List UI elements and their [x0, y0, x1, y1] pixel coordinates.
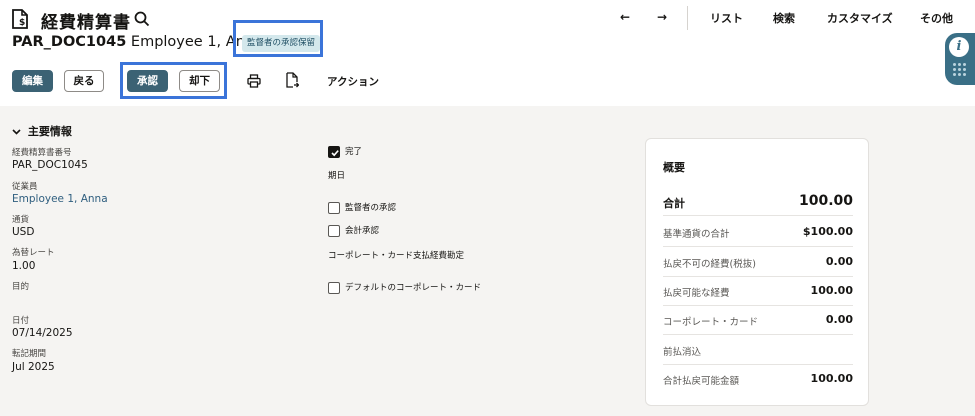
exchange-rate-value: 1.00	[12, 260, 36, 272]
document-number: PAR_DOC1045	[12, 34, 127, 50]
posting-period-value: Jul 2025	[12, 361, 55, 373]
employee-label: 従業員	[12, 182, 38, 192]
date-label: 日付	[12, 316, 30, 326]
side-widget[interactable]: i	[945, 33, 975, 85]
reject-button[interactable]: 却下	[179, 70, 220, 92]
checkbox-checked-icon[interactable]	[328, 146, 340, 158]
summary-label: 合計払戻可能金額	[663, 376, 740, 387]
more-menu[interactable]: その他	[920, 10, 953, 26]
status-badge: 監督者の承認保留	[242, 35, 321, 52]
default-corp-card-label: デフォルトのコーポレート・カード	[345, 283, 482, 293]
summary-value: $100.00	[802, 225, 853, 238]
next-record-button[interactable]: →	[657, 10, 667, 24]
summary-title: 概要	[663, 161, 685, 174]
nav-divider	[687, 6, 688, 30]
edit-button[interactable]: 編集	[12, 70, 53, 92]
currency-value: USD	[12, 226, 35, 238]
doc-number-label: 経費精算書番号	[12, 148, 72, 158]
main-info-section-toggle[interactable]: 主要情報	[12, 123, 72, 139]
list-link[interactable]: リスト	[710, 10, 743, 26]
summary-label: 前払消込	[663, 347, 702, 358]
checkbox-icon[interactable]	[328, 282, 340, 294]
info-icon[interactable]: i	[949, 37, 969, 57]
summary-panel: 概要 合計 100.00 基準通貨の合計 $100.00 払戻不可の経費(税抜)…	[645, 138, 869, 406]
summary-value: 100.00	[810, 372, 853, 385]
export-document-icon[interactable]	[285, 72, 299, 88]
summary-value: 100.00	[810, 284, 853, 297]
currency-label: 通貨	[12, 215, 30, 225]
summary-label: コーポレート・カード	[663, 317, 759, 328]
section-title: 主要情報	[27, 125, 72, 138]
summary-row: コーポレート・カード 0.00	[663, 306, 853, 335]
posting-period-label: 転記期間	[12, 349, 47, 359]
svg-text:$: $	[19, 18, 25, 28]
due-date-label: 期日	[328, 171, 346, 181]
previous-record-button[interactable]: ←	[620, 10, 630, 24]
expense-report-icon: $	[12, 9, 28, 29]
employee-link[interactable]: Employee 1, Anna	[12, 193, 108, 205]
complete-label: 完了	[345, 147, 363, 157]
corp-card-account-label: コーポレート・カード支払経費勘定	[328, 251, 465, 261]
summary-row: 前払消込	[663, 336, 853, 365]
search-link[interactable]: 検索	[773, 10, 795, 26]
print-icon[interactable]	[247, 74, 261, 88]
summary-row: 合計払戻可能金額 100.00	[663, 365, 853, 394]
accounting-approval-label: 会計承認	[345, 226, 380, 236]
summary-row: 基準通貨の合計 $100.00	[663, 218, 853, 247]
summary-row: 払戻可能な経費 100.00	[663, 277, 853, 306]
summary-row: 払戻不可の経費(税抜) 0.00	[663, 248, 853, 277]
summary-value: 100.00	[798, 193, 853, 209]
page-title: 経費精算書	[41, 13, 131, 33]
action-menu[interactable]: アクション	[327, 74, 379, 89]
page-header: $ 経費精算書 ← → リスト 検索 カスタマイズ その他 PAR_DOC104…	[0, 0, 975, 106]
customize-link[interactable]: カスタマイズ	[827, 10, 893, 26]
summary-label: 基準通貨の合計	[663, 229, 730, 240]
checkbox-icon[interactable]	[328, 202, 340, 214]
purpose-label: 目的	[12, 282, 30, 292]
record-title: PAR_DOC1045 Employee 1, Anna	[12, 34, 263, 50]
summary-row: 合計 100.00	[663, 187, 853, 216]
summary-value: 0.00	[825, 255, 853, 268]
summary-label: 払戻可能な経費	[663, 288, 730, 299]
date-value: 07/14/2025	[12, 327, 73, 339]
chevron-down-icon	[12, 125, 24, 138]
approve-button[interactable]: 承認	[127, 70, 168, 92]
doc-number-value: PAR_DOC1045	[12, 159, 88, 171]
checkbox-icon[interactable]	[328, 225, 340, 237]
summary-label: 払戻不可の経費(税抜)	[663, 259, 756, 270]
search-icon[interactable]	[134, 11, 150, 27]
exchange-rate-label: 為替レート	[12, 248, 55, 258]
back-button[interactable]: 戻る	[64, 70, 104, 92]
summary-label: 合計	[663, 197, 685, 210]
summary-value: 0.00	[825, 313, 853, 326]
supervisor-approval-label: 監督者の承認	[345, 203, 397, 213]
drag-handle-icon[interactable]	[953, 63, 966, 77]
